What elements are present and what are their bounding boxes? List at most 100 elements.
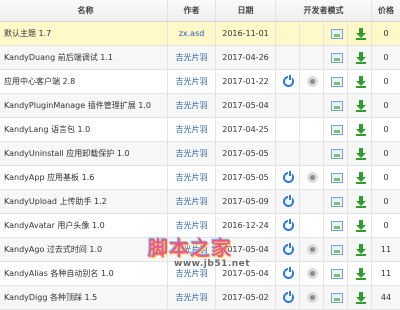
author-link[interactable]: 吉光片羽 [176, 149, 208, 158]
developer-action-cell [324, 286, 348, 309]
table-row[interactable]: 应用中心客户端 2.8 吉光片羽 2017-01-22 0 [0, 70, 400, 94]
author-link[interactable]: 吉光片羽 [176, 173, 208, 182]
download-icon[interactable] [355, 148, 367, 160]
author-link[interactable]: 吉光片羽 [176, 197, 208, 206]
plugin-price: 11 [380, 245, 392, 254]
table-row[interactable]: KandyAlias 各种自动别名 1.0 吉光片羽 2017-05-04 11 [0, 262, 400, 286]
image-icon[interactable] [331, 101, 343, 111]
image-icon[interactable] [331, 269, 343, 279]
developer-action-cell [348, 262, 372, 285]
plugin-price: 0 [383, 29, 389, 38]
download-icon[interactable] [355, 196, 367, 208]
table-row[interactable]: KandyUpload 上传助手 1.2 吉光片羽 2017-05-09 0 [0, 190, 400, 214]
settings-icon[interactable] [307, 292, 318, 303]
developer-action-cell [324, 166, 348, 189]
plugin-date: 2016-11-01 [216, 22, 276, 45]
table-row[interactable]: KandyDigg 各种顶踩 1.5 吉光片羽 2017-05-02 44 [0, 286, 400, 310]
author-link[interactable]: 吉光片羽 [176, 269, 208, 278]
column-header-price[interactable]: 价格 [372, 0, 400, 21]
plugin-date: 2016-12-24 [216, 214, 276, 237]
table-header: 名称 作者 日期 开发者模式 价格 [0, 0, 400, 22]
author-link[interactable]: 吉光片羽 [176, 293, 208, 302]
power-icon[interactable] [283, 243, 294, 255]
developer-action-cell [324, 70, 348, 93]
author-cell: 吉光片羽 [168, 94, 216, 117]
table-row[interactable]: KandyAvatar 用户头像 1.0 吉光片羽 2016-12-24 0 [0, 214, 400, 238]
image-icon[interactable] [331, 77, 343, 87]
author-link[interactable]: 吉光片羽 [176, 245, 208, 254]
plugin-date: 2017-01-22 [216, 70, 276, 93]
image-icon[interactable] [331, 221, 343, 231]
developer-action-cell [300, 166, 324, 189]
image-icon[interactable] [331, 245, 343, 255]
author-link[interactable]: 吉光片羽 [176, 221, 208, 230]
download-icon[interactable] [355, 268, 367, 280]
power-icon[interactable] [283, 291, 294, 303]
plugin-price: 0 [383, 221, 389, 230]
developer-action-cell [300, 190, 324, 213]
download-icon[interactable] [355, 76, 367, 88]
plugin-name: 默认主题 1.7 [0, 22, 168, 45]
settings-icon[interactable] [307, 268, 318, 279]
download-icon[interactable] [355, 172, 367, 184]
table-row[interactable]: 默认主题 1.7 zx.asd 2016-11-01 0 [0, 22, 400, 46]
download-icon[interactable] [355, 244, 367, 256]
developer-action-cell [300, 94, 324, 117]
power-icon[interactable] [283, 267, 294, 279]
developer-action-cell [276, 22, 300, 45]
plugin-date: 2017-05-04 [216, 94, 276, 117]
image-icon[interactable] [331, 173, 343, 183]
column-header-name[interactable]: 名称 [0, 0, 168, 21]
developer-action-cell [276, 46, 300, 69]
image-icon[interactable] [331, 125, 343, 135]
power-icon[interactable] [283, 219, 294, 231]
image-icon[interactable] [331, 293, 343, 303]
download-icon[interactable] [355, 220, 367, 232]
author-cell: 吉光片羽 [168, 238, 216, 261]
developer-action-cell [324, 238, 348, 261]
download-icon[interactable] [355, 292, 367, 304]
download-icon[interactable] [355, 100, 367, 112]
column-header-author[interactable]: 作者 [168, 0, 216, 21]
table-row[interactable]: KandyDuang 前后端调试 1.1 吉光片羽 2017-04-26 0 [0, 46, 400, 70]
table-row[interactable]: KandyAgo 过去式时间 1.0 吉光片羽 2017-05-04 11 [0, 238, 400, 262]
developer-action-cell [348, 166, 372, 189]
column-header-date[interactable]: 日期 [216, 0, 276, 21]
author-link[interactable]: 吉光片羽 [176, 101, 208, 110]
download-icon[interactable] [355, 52, 367, 64]
plugin-table: 名称 作者 日期 开发者模式 价格 默认主题 1.7 zx.asd 2016-11-… [0, 0, 400, 310]
developer-action-cell [276, 118, 300, 141]
table-row[interactable]: KandyLang 语言包 1.0 吉光片羽 2017-04-25 0 [0, 118, 400, 142]
settings-icon[interactable] [307, 244, 318, 255]
developer-action-cell [300, 286, 324, 309]
developer-action-cell [300, 142, 324, 165]
plugin-price: 0 [383, 53, 389, 62]
developer-action-cell [276, 190, 300, 213]
power-icon[interactable] [283, 75, 294, 87]
author-link[interactable]: 吉光片羽 [176, 53, 208, 62]
plugin-date: 2017-05-02 [216, 286, 276, 309]
author-link[interactable]: 吉光片羽 [176, 125, 208, 134]
power-icon[interactable] [283, 171, 294, 183]
plugin-date: 2017-05-05 [216, 166, 276, 189]
developer-action-cell [324, 118, 348, 141]
table-row[interactable]: KandyApp 应用基板 1.6 吉光片羽 2017-05-05 0 [0, 166, 400, 190]
image-icon[interactable] [331, 53, 343, 63]
image-icon[interactable] [331, 29, 343, 39]
settings-icon[interactable] [307, 172, 318, 183]
download-icon[interactable] [355, 124, 367, 136]
author-cell: 吉光片羽 [168, 118, 216, 141]
author-link[interactable]: 吉光片羽 [176, 77, 208, 86]
download-icon[interactable] [355, 28, 367, 40]
image-icon[interactable] [331, 149, 343, 159]
developer-action-cell [276, 70, 300, 93]
developer-action-cell [276, 142, 300, 165]
settings-icon[interactable] [307, 76, 318, 87]
author-cell: 吉光片羽 [168, 262, 216, 285]
power-icon[interactable] [283, 195, 294, 207]
developer-action-cell [348, 22, 372, 45]
author-link[interactable]: zx.asd [179, 29, 205, 38]
table-row[interactable]: KandyPluginManage 插件管理扩展 1.0 吉光片羽 2017-05-… [0, 94, 400, 118]
image-icon[interactable] [331, 197, 343, 207]
table-row[interactable]: KandyUninstall 应用卸载保护 1.0 吉光片羽 2017-05-05 0 [0, 142, 400, 166]
